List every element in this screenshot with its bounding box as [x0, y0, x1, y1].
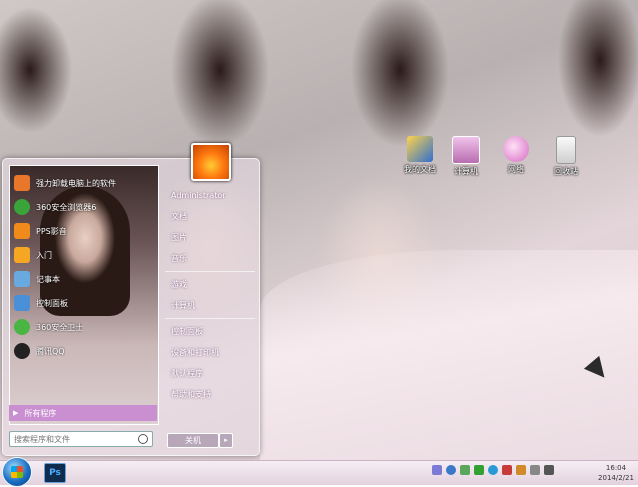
- start-link-documents[interactable]: 文档: [165, 206, 255, 227]
- program-item[interactable]: 记事本: [10, 268, 158, 290]
- shutdown-options-button[interactable]: ▸: [219, 433, 233, 448]
- start-link-computer[interactable]: 计算机: [165, 295, 255, 316]
- search-icon: [138, 434, 148, 444]
- start-menu-right-pane: Administrator 文档 图片 音乐 游戏 计算机 控制面板 设备和打印…: [165, 185, 255, 405]
- all-programs-label: 所有程序: [24, 408, 57, 418]
- search-input[interactable]: [10, 433, 136, 445]
- start-search-box[interactable]: [9, 431, 153, 447]
- desktop-icon-label: 网络: [508, 165, 524, 174]
- shield-icon[interactable]: [474, 465, 484, 475]
- program-item[interactable]: 360安全卫士: [10, 316, 158, 338]
- start-link-devices-printers[interactable]: 设备和打印机: [165, 342, 255, 363]
- taskbar: Ps 16:04 2014/2/21: [0, 457, 638, 487]
- start-link-games[interactable]: 游戏: [165, 274, 255, 295]
- wallpaper-fabric: [260, 250, 638, 460]
- recycle-bin-icon: [556, 136, 576, 164]
- system-clock[interactable]: 16:04 2014/2/21: [596, 463, 636, 483]
- desktop-icon-label: 计算机: [454, 167, 478, 176]
- getting-started-icon: [14, 247, 30, 263]
- start-menu: 强力卸载电脑上的软件 360安全浏览器6 PPS影音 入门 记事本 控制面板 3…: [2, 143, 260, 456]
- start-link-music[interactable]: 音乐: [165, 248, 255, 269]
- clock-time: 16:04: [605, 464, 627, 472]
- tray-icon[interactable]: [432, 465, 442, 475]
- start-button[interactable]: [2, 457, 32, 487]
- tray-icon[interactable]: [488, 465, 498, 475]
- security-guard-icon: [14, 319, 30, 335]
- tray-icon[interactable]: [502, 465, 512, 475]
- program-item[interactable]: 360安全浏览器6: [10, 196, 158, 218]
- photoshop-taskbar-button[interactable]: Ps: [44, 463, 66, 483]
- start-link-control-panel[interactable]: 控制面板: [165, 321, 255, 342]
- browser-icon: [14, 199, 30, 215]
- desktop-icon-label: 回收站: [554, 167, 578, 176]
- desktop-icon-documents[interactable]: 我的文档: [398, 136, 442, 175]
- pps-icon: [14, 223, 30, 239]
- help-icon[interactable]: [446, 465, 456, 475]
- program-item[interactable]: 腾讯QQ: [10, 340, 158, 362]
- network-status-icon[interactable]: [530, 465, 540, 475]
- divider: [165, 318, 255, 319]
- documents-icon: [407, 136, 433, 162]
- control-panel-icon: [14, 295, 30, 311]
- desktop-icon-computer[interactable]: 计算机: [444, 136, 488, 177]
- start-link-help-support[interactable]: 帮助和支持: [165, 384, 255, 405]
- tray-icon[interactable]: [516, 465, 526, 475]
- clock-date: 2014/2/21: [598, 474, 634, 482]
- user-avatar[interactable]: [191, 143, 231, 181]
- notepad-icon: [14, 271, 30, 287]
- desktop-icon-recycle-bin[interactable]: 回收站: [544, 136, 588, 177]
- volume-icon[interactable]: [544, 465, 554, 475]
- all-programs-button[interactable]: ▶ 所有程序: [9, 405, 157, 421]
- computer-icon: [452, 136, 480, 164]
- windows-logo-icon: [11, 466, 23, 478]
- desktop-icon-label: 我的文档: [404, 165, 436, 174]
- program-item[interactable]: 控制面板: [10, 292, 158, 314]
- start-menu-programs-pane: 强力卸载电脑上的软件 360安全浏览器6 PPS影音 入门 记事本 控制面板 3…: [9, 165, 159, 425]
- system-tray: [432, 465, 558, 475]
- program-item[interactable]: 强力卸载电脑上的软件: [10, 172, 158, 194]
- program-item[interactable]: 入门: [10, 244, 158, 266]
- start-link-default-programs[interactable]: 默认程序: [165, 363, 255, 384]
- shutdown-button[interactable]: 关机: [167, 433, 219, 448]
- uninstall-icon: [14, 175, 30, 191]
- start-link-user[interactable]: Administrator: [165, 185, 255, 206]
- triangle-right-icon: ▶: [13, 409, 19, 417]
- start-link-pictures[interactable]: 图片: [165, 227, 255, 248]
- desktop-icon-network[interactable]: 网络: [494, 136, 538, 175]
- tray-icon[interactable]: [460, 465, 470, 475]
- program-item[interactable]: PPS影音: [10, 220, 158, 242]
- qq-penguin-icon: [14, 343, 30, 359]
- divider: [165, 271, 255, 272]
- network-icon: [503, 136, 529, 162]
